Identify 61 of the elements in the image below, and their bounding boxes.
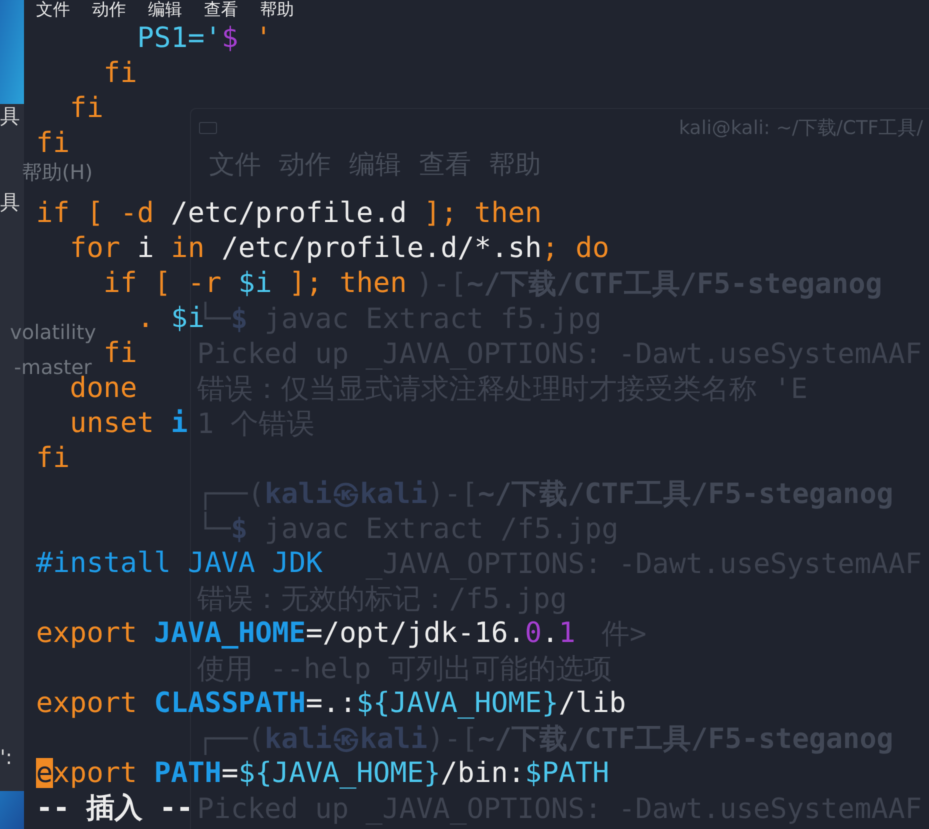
file-manager-text: 具 — [0, 190, 20, 214]
code-text: . — [136, 302, 156, 332]
code-text: ${JAVA_HOME} — [356, 688, 559, 718]
menu-item[interactable]: 帮助 — [260, 0, 294, 20]
file-manager-text: 帮助(H) — [22, 160, 93, 184]
terminal-text: )-[ — [427, 722, 478, 754]
code-text: /etc/profile.d — [170, 198, 408, 228]
code-text: JAVA_HOME — [154, 618, 306, 648]
code-text: ' — [254, 22, 272, 52]
code-text: PS1=' — [136, 22, 222, 52]
file-manager-text: ': — [0, 745, 12, 769]
code-text: = — [221, 758, 238, 788]
menu-item[interactable]: 文件 — [36, 0, 70, 20]
code-text: PATH — [154, 758, 222, 788]
code-text: $i — [238, 268, 272, 298]
terminal-text: )-[ — [427, 476, 478, 510]
terminal-text: ┌──( — [197, 476, 264, 510]
code-text: for — [68, 232, 120, 262]
terminal-text: $ — [230, 512, 248, 544]
text-cursor: e — [36, 758, 53, 788]
code-text: if [ -r — [102, 268, 222, 298]
code-text: fi — [68, 92, 104, 122]
code-text: ; do — [542, 232, 610, 262]
code-text: 0 — [524, 618, 542, 648]
code-text: /bin: — [440, 758, 525, 788]
code-text: done — [70, 372, 138, 402]
code-text: $PATH — [524, 758, 610, 788]
terminal-text: ┌──( — [197, 722, 264, 754]
code-text: export — [36, 688, 138, 718]
terminal-text: └─ — [197, 512, 231, 544]
code-text: #install JAVA JDK — [36, 548, 323, 578]
code-text: if [ -d — [36, 198, 154, 228]
window-icon — [199, 122, 217, 134]
code-text: fi — [36, 442, 70, 472]
code-text: $ — [221, 22, 238, 52]
menu-item[interactable]: 动作 — [92, 0, 126, 20]
code-text: . — [542, 618, 559, 648]
code-text: i — [136, 232, 156, 262]
terminal-text: $ — [230, 302, 248, 334]
code-text: =/opt/jdk-16. — [306, 618, 525, 648]
code-text: =.: — [306, 688, 356, 718]
code-text: fi — [102, 58, 138, 88]
code-text: xport — [52, 758, 138, 788]
code-text: export — [36, 618, 138, 648]
menu-item[interactable]: 查看 — [204, 0, 238, 20]
code-text: /lib — [558, 688, 626, 718]
code-text: ${JAVA_HOME} — [238, 758, 441, 788]
terminal-text: )-[ — [416, 266, 467, 300]
file-manager-text: 具 — [0, 104, 20, 128]
menu-item[interactable]: 编辑 — [148, 0, 182, 20]
code-text: unset — [68, 408, 156, 438]
code-text: ]; then — [288, 268, 407, 298]
file-manager-text: volatility — [10, 320, 96, 344]
code-text: i — [170, 408, 188, 438]
code-text: ]; then — [424, 198, 542, 228]
code-text: fi — [36, 128, 70, 158]
mode-indicator: -- 插入 -- — [36, 792, 194, 822]
code-text: /etc/profile.d/*.sh — [220, 232, 542, 262]
code-text: in — [170, 232, 205, 262]
code-text: CLASSPATH — [154, 688, 306, 718]
code-text: 1 — [558, 618, 576, 648]
